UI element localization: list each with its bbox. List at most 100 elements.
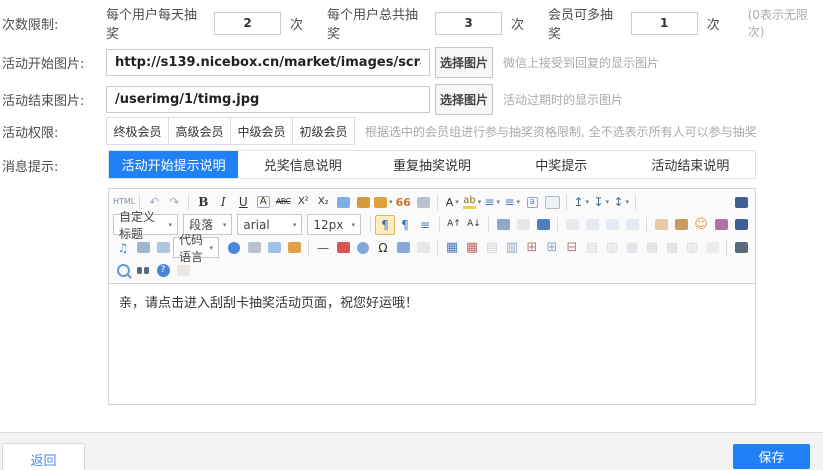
page-break-icon[interactable] [244, 238, 264, 258]
permission-hint: 根据选中的会员组进行参与抽奖资格限制, 全不选表示所有人可以参与抽奖 [365, 123, 757, 140]
attachment-icon[interactable] [133, 238, 153, 258]
ltr-paragraph-icon[interactable]: ¶ [375, 215, 395, 235]
chevron-down-icon: ▾ [351, 221, 355, 229]
limit-count-input[interactable] [435, 12, 502, 35]
font-size-up-icon[interactable]: A↑ [444, 215, 464, 235]
highlight-color-icon[interactable]: ab▾ [462, 192, 482, 212]
paragraph-spacing-bottom-icon[interactable]: ↧▾ [591, 192, 611, 212]
toolbar-separator [635, 194, 636, 210]
anchor-insert-icon[interactable] [533, 215, 553, 235]
help-icon[interactable]: ? [153, 260, 173, 280]
template-icon[interactable] [284, 238, 304, 258]
paste-as-text-icon[interactable] [413, 192, 433, 212]
char-border-icon[interactable]: A [253, 192, 273, 212]
insert-col-icon[interactable]: ⊞ [542, 238, 562, 258]
blockquote-icon[interactable]: 66 [393, 192, 413, 212]
font-size-down-icon[interactable]: A↓ [464, 215, 484, 235]
merge-down-icon[interactable]: ▥ [602, 238, 622, 258]
limit-field: 会员可多抽奖次 [548, 4, 720, 42]
message-tab-3[interactable]: 中奖提示 [497, 151, 626, 178]
italic-icon[interactable]: I [213, 192, 233, 212]
scrawl-icon[interactable] [711, 215, 731, 235]
anchor-icon[interactable]: a [522, 192, 542, 212]
music-icon[interactable]: ♫ [113, 238, 133, 258]
delete-row-icon[interactable]: ⊟ [562, 238, 582, 258]
underline-icon[interactable]: U [233, 192, 253, 212]
emotion-icon[interactable]: ☺ [691, 215, 711, 235]
superscript-icon[interactable]: X² [293, 192, 313, 212]
paste-icon[interactable] [173, 260, 193, 280]
link-icon[interactable] [493, 215, 513, 235]
search-replace-icon[interactable] [133, 260, 153, 280]
start-image-choose-button[interactable]: 选择图片 [435, 47, 493, 78]
preview-icon[interactable] [113, 260, 133, 280]
font-color-icon[interactable]: A▾ [442, 192, 462, 212]
message-tab-4[interactable]: 活动结束说明 [626, 151, 755, 178]
insert-picture-icon[interactable] [651, 215, 671, 235]
insert-video-icon[interactable] [731, 215, 751, 235]
edit-formula-icon[interactable] [413, 238, 433, 258]
remove-format-icon[interactable] [353, 192, 373, 212]
save-button[interactable]: 保存 [733, 444, 810, 469]
insert-row-icon[interactable]: ⊞ [522, 238, 542, 258]
back-button[interactable]: 返回 [2, 443, 85, 470]
editor-content[interactable]: 亲，请点击进入刮刮卡抽奖活动页面，祝您好运哦！ [109, 284, 755, 319]
horizontal-rule-icon[interactable]: — [313, 238, 333, 258]
eraser-icon[interactable] [333, 192, 353, 212]
limit-count-input[interactable] [631, 12, 698, 35]
image-align-center-icon[interactable] [622, 215, 642, 235]
split-cols-icon[interactable]: ▩ [662, 238, 682, 258]
time-icon[interactable] [353, 238, 373, 258]
line-height-icon[interactable]: ↕▾ [611, 192, 631, 212]
font-size-select[interactable]: 12px▾ [307, 214, 361, 235]
merge-right-icon[interactable]: ▤ [582, 238, 602, 258]
unordered-list-icon[interactable]: ≡▾ [502, 192, 522, 212]
upload-picture-icon[interactable] [671, 215, 691, 235]
limit-count-input[interactable] [214, 12, 281, 35]
format-painter-icon[interactable]: ▾ [373, 192, 393, 212]
message-tab-0[interactable]: 活动开始提示说明 [109, 151, 238, 178]
split-rows-icon[interactable]: ▦ [642, 238, 662, 258]
redo-icon[interactable]: ↷ [164, 192, 184, 212]
code-language-select[interactable]: 代码语言▾ [173, 237, 219, 258]
columns-icon[interactable] [264, 238, 284, 258]
custom-title-select[interactable]: 自定义标题▾ [113, 214, 178, 235]
delete-table-icon[interactable]: ▦ [462, 238, 482, 258]
formula-icon[interactable] [393, 238, 413, 258]
member-level-button[interactable]: 终极会员 [106, 117, 169, 145]
image-inline-icon[interactable] [582, 215, 602, 235]
indent-icon[interactable]: ≡ [415, 215, 435, 235]
image-align-left-icon[interactable] [562, 215, 582, 235]
start-image-url-input[interactable] [106, 49, 430, 76]
member-level-button[interactable]: 中级会员 [230, 117, 293, 145]
subscript-icon[interactable]: X₂ [313, 192, 333, 212]
fullscreen-icon[interactable] [731, 192, 751, 212]
strikethrough-icon[interactable]: ABC [273, 192, 293, 212]
doc-icon[interactable] [702, 238, 722, 258]
print-icon[interactable] [731, 238, 751, 258]
date-icon[interactable] [333, 238, 353, 258]
rtl-paragraph-icon[interactable]: ¶ [395, 215, 415, 235]
paragraph-spacing-top-icon[interactable]: ↥▾ [571, 192, 591, 212]
new-doc-icon[interactable] [542, 192, 562, 212]
table-sort-icon[interactable]: ▥ [682, 238, 702, 258]
insert-table-icon[interactable]: ▦ [442, 238, 462, 258]
table-title-icon[interactable]: ▤ [482, 238, 502, 258]
insert-row-above-icon[interactable]: ▥ [502, 238, 522, 258]
special-chars-icon[interactable]: Ω [373, 238, 393, 258]
insert-frame-icon[interactable] [153, 238, 173, 258]
font-family-select[interactable]: arial▾ [237, 214, 302, 235]
bold-icon[interactable]: B [193, 192, 213, 212]
member-level-button[interactable]: 高级会员 [168, 117, 231, 145]
end-image-choose-button[interactable]: 选择图片 [435, 84, 493, 115]
image-align-right-icon[interactable] [602, 215, 622, 235]
merge-cells-icon[interactable]: ▦ [622, 238, 642, 258]
message-tab-2[interactable]: 重复抽奖说明 [367, 151, 496, 178]
member-level-button[interactable]: 初级会员 [292, 117, 355, 145]
end-image-url-input[interactable] [106, 86, 430, 113]
unlink-icon[interactable] [513, 215, 533, 235]
ordered-list-icon[interactable]: ≡▾ [482, 192, 502, 212]
map-icon[interactable] [224, 238, 244, 258]
limit-field: 每个用户总共抽奖次 [327, 4, 524, 42]
message-tab-1[interactable]: 兑奖信息说明 [238, 151, 367, 178]
